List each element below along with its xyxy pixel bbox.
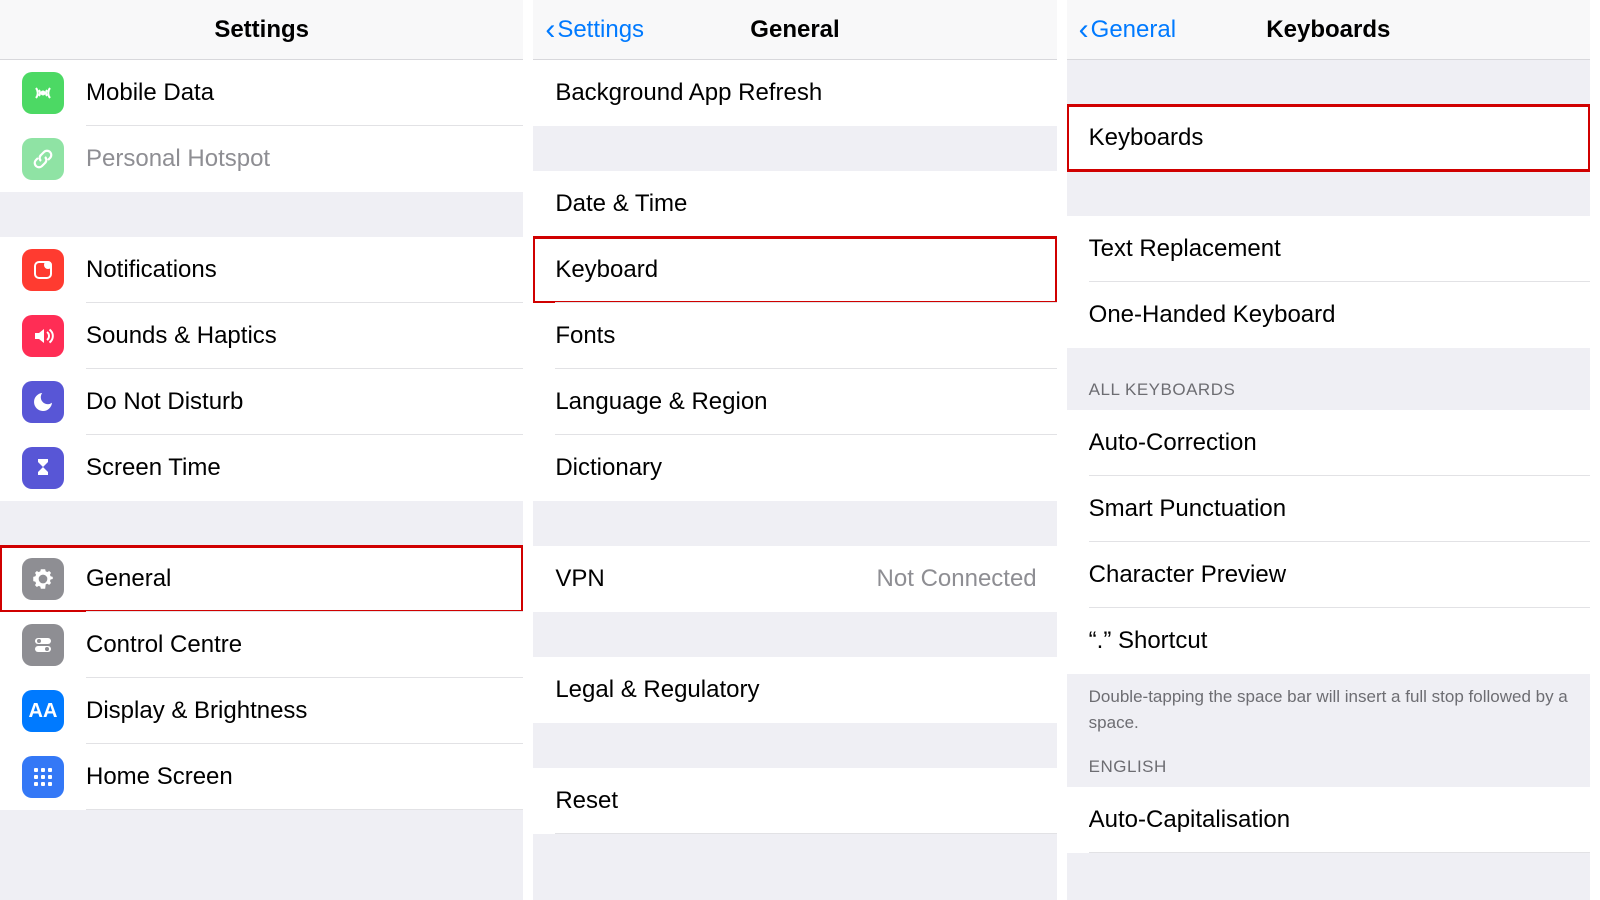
row-keyboard[interactable]: Keyboard [533,237,1056,303]
row-legal[interactable]: Legal & Regulatory [533,657,1056,723]
label-dnd: Do Not Disturb [86,388,503,416]
label-fonts: Fonts [555,322,1036,350]
panel-settings: Settings Mobile Data Personal Hotspot No… [0,0,533,900]
row-smart-punctuation[interactable]: Smart Punctuation [1067,476,1590,542]
back-to-general[interactable]: ‹ General [1079,15,1176,45]
navbar-keyboards: ‹ General Keyboards [1067,0,1590,60]
row-mobile-data[interactable]: Mobile Data [0,60,523,126]
label-language: Language & Region [555,388,1036,416]
row-notifications[interactable]: Notifications [0,237,523,303]
label-auto-correction: Auto-Correction [1089,429,1570,457]
chevron-left-icon: ‹ [545,15,555,45]
nav-title-settings: Settings [214,16,309,44]
row-auto-capitalisation[interactable]: Auto-Capitalisation [1067,787,1590,853]
label-smart-punctuation: Smart Punctuation [1089,495,1570,523]
row-dictionary[interactable]: Dictionary [533,435,1056,501]
row-text-replacement[interactable]: Text Replacement [1067,216,1590,282]
label-character-preview: Character Preview [1089,561,1570,589]
row-dot-shortcut[interactable]: “.” Shortcut [1067,608,1590,674]
row-character-preview[interactable]: Character Preview [1067,542,1590,608]
label-control-centre: Control Centre [86,631,503,659]
section-english: ENGLISH [1067,749,1590,787]
row-date-time[interactable]: Date & Time [533,171,1056,237]
label-screen-time: Screen Time [86,454,503,482]
label-legal: Legal & Regulatory [555,676,1036,704]
gear-icon [22,558,64,600]
toggles-icon [22,624,64,666]
back-label-general: General [1091,16,1176,44]
row-sounds[interactable]: Sounds & Haptics [0,303,523,369]
row-screen-time[interactable]: Screen Time [0,435,523,501]
antenna-icon [22,72,64,114]
hourglass-icon [22,447,64,489]
back-to-settings[interactable]: ‹ Settings [545,15,644,45]
navbar-general: ‹ Settings General [533,0,1056,60]
row-bg-refresh[interactable]: Background App Refresh [533,60,1056,126]
label-keyboards-list: Keyboards [1089,124,1570,152]
label-notifications: Notifications [86,256,503,284]
nav-title-keyboards: Keyboards [1266,16,1390,44]
label-one-handed: One-Handed Keyboard [1089,301,1570,329]
row-general[interactable]: General [0,546,523,612]
panel-general: ‹ Settings General Background App Refres… [533,0,1066,900]
label-personal-hotspot: Personal Hotspot [86,145,503,173]
row-auto-correction[interactable]: Auto-Correction [1067,410,1590,476]
row-fonts[interactable]: Fonts [533,303,1056,369]
label-dot-shortcut: “.” Shortcut [1089,627,1570,655]
label-general: General [86,565,503,593]
value-vpn: Not Connected [877,565,1037,593]
row-vpn[interactable]: VPN Not Connected [533,546,1056,612]
section-all-keyboards: ALL KEYBOARDS [1067,348,1590,410]
label-date-time: Date & Time [555,190,1036,218]
row-language[interactable]: Language & Region [533,369,1056,435]
row-home-screen[interactable]: Home Screen [0,744,523,810]
row-keyboards-list[interactable]: Keyboards [1067,105,1590,171]
label-auto-capitalisation: Auto-Capitalisation [1089,806,1570,834]
row-reset[interactable]: Reset [533,768,1056,834]
label-display: Display & Brightness [86,697,503,725]
speaker-icon [22,315,64,357]
row-control-centre[interactable]: Control Centre [0,612,523,678]
navbar-settings: Settings [0,0,523,60]
moon-icon [22,381,64,423]
row-one-handed[interactable]: One-Handed Keyboard [1067,282,1590,348]
chevron-left-icon: ‹ [1079,15,1089,45]
footer-dot-shortcut: Double-tapping the space bar will insert… [1067,674,1590,749]
link-icon [22,138,64,180]
label-mobile-data: Mobile Data [86,79,503,107]
label-vpn: VPN [555,565,876,593]
row-display[interactable]: AA Display & Brightness [0,678,523,744]
label-dictionary: Dictionary [555,454,1036,482]
panel-keyboards: ‹ General Keyboards Keyboards Text Repla… [1067,0,1600,900]
label-keyboard: Keyboard [555,256,1036,284]
notifications-icon [22,249,64,291]
row-personal-hotspot[interactable]: Personal Hotspot [0,126,523,192]
label-home-screen: Home Screen [86,763,503,791]
back-label-settings: Settings [557,16,644,44]
label-reset: Reset [555,787,1036,815]
row-dnd[interactable]: Do Not Disturb [0,369,523,435]
grid-icon [22,756,64,798]
nav-title-general: General [750,16,839,44]
label-sounds: Sounds & Haptics [86,322,503,350]
label-bg-refresh: Background App Refresh [555,79,1036,107]
text-size-icon: AA [22,690,64,732]
label-text-replacement: Text Replacement [1089,235,1570,263]
